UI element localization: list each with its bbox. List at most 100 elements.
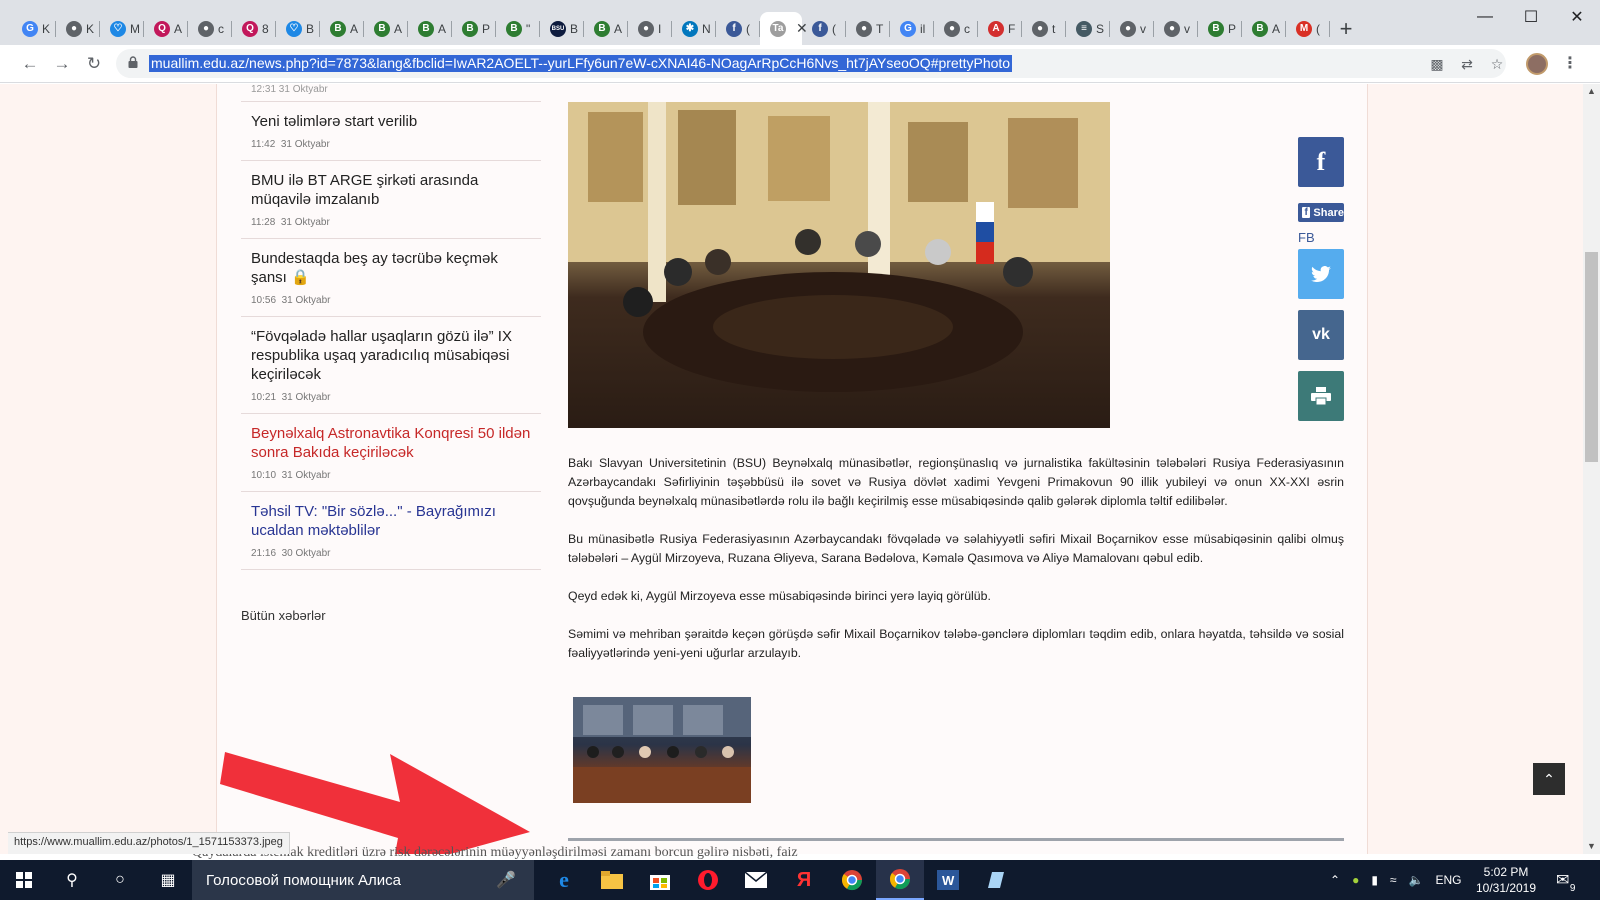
translate-icon[interactable]: ⇄	[1458, 55, 1476, 73]
notepad-icon[interactable]	[972, 860, 1020, 900]
blocked-popup-icon[interactable]: ▩	[1428, 55, 1446, 73]
mail-icon[interactable]	[732, 860, 780, 900]
browser-tab[interactable]: f(	[716, 12, 760, 45]
volume-icon[interactable]: 🔈	[1409, 873, 1424, 887]
browser-tab[interactable]: ● v	[1154, 12, 1198, 45]
article-main-photo[interactable]	[568, 102, 1110, 428]
url-text[interactable]: muallim.edu.az/news.php?id=7873&lang&fbc…	[149, 55, 1013, 72]
lock-icon[interactable]	[128, 56, 138, 68]
browser-tab[interactable]: ♡ B	[276, 12, 320, 45]
back-icon[interactable]: ←	[18, 52, 42, 76]
new-tab-icon[interactable]: +	[1330, 12, 1362, 45]
browser-tab[interactable]: ● c	[934, 12, 978, 45]
browser-tab[interactable]: f(	[802, 12, 846, 45]
facebook-button[interactable]: f	[1298, 137, 1344, 187]
minimize-icon[interactable]: —	[1462, 0, 1508, 34]
yandex-browser-icon[interactable]: Я	[780, 860, 828, 900]
menu-icon[interactable]: ⋮	[1562, 53, 1578, 73]
browser-tab[interactable]: ● I	[628, 12, 672, 45]
scroll-up-icon[interactable]: ▲	[1587, 86, 1596, 96]
article-thumbnail-photo[interactable]	[573, 697, 751, 803]
language-indicator[interactable]: ENG	[1435, 873, 1461, 887]
windows-start-icon[interactable]	[12, 868, 36, 892]
opera-icon[interactable]	[684, 860, 732, 900]
edge-icon[interactable]: e	[540, 860, 588, 900]
twitter-button[interactable]	[1298, 249, 1344, 299]
browser-tab[interactable]: ● v	[1110, 12, 1154, 45]
news-list-item[interactable]: Beynəlxalq Astronavtika Konqresi 50 ildə…	[241, 414, 541, 492]
browser-tab[interactable]: B "	[496, 12, 540, 45]
browser-tab[interactable]: BA	[1242, 12, 1286, 45]
chrome-icon[interactable]	[828, 860, 876, 900]
news-item-title[interactable]: Təhsil TV: "Bir sözlə..." - Bayrağımızı …	[251, 502, 531, 540]
browser-tab[interactable]: BSU B	[540, 12, 584, 45]
news-item-title[interactable]: Beynəlxalq Astronavtika Konqresi 50 ildə…	[251, 424, 531, 462]
taskbar-search-box[interactable]: Голосовой помощник Алиса	[192, 860, 534, 900]
vk-button[interactable]: vk	[1298, 310, 1344, 360]
scroll-to-top-button[interactable]: ⌃	[1533, 763, 1565, 795]
browser-tab[interactable]: BP	[1198, 12, 1242, 45]
wifi-icon[interactable]: ≈	[1390, 873, 1397, 887]
browser-tab[interactable]: ♡ M	[100, 12, 144, 45]
news-item-title-text[interactable]: BMU ilə BT ARGE şirkəti arasında müqavil…	[251, 172, 478, 208]
browser-tab[interactable]: Gil	[890, 12, 934, 45]
news-list-item[interactable]: Təhsil TV: "Bir sözlə..." - Bayrağımızı …	[241, 492, 541, 570]
profile-avatar[interactable]	[1526, 53, 1548, 75]
cortana-icon[interactable]: ○	[108, 868, 132, 892]
reload-icon[interactable]: ↻	[82, 52, 106, 76]
browser-tab[interactable]: ● t	[1022, 12, 1066, 45]
bookmark-star-icon[interactable]: ☆	[1488, 55, 1506, 73]
news-item-title-text[interactable]: Beynəlxalq Astronavtika Konqresi 50 ildə…	[251, 425, 530, 461]
news-list-item[interactable]: Yeni təlimlərə start verilib 11:42 31 Okt…	[241, 102, 541, 161]
news-item-title[interactable]: “Fövqəladə hallar uşaqların gözü ilə” IX…	[251, 327, 531, 384]
browser-tab[interactable]: GK	[12, 12, 56, 45]
browser-tab[interactable]: ● c	[188, 12, 232, 45]
address-bar[interactable]: muallim.edu.az/news.php?id=7873&lang&fbc…	[116, 49, 1506, 78]
word-icon[interactable]: W	[924, 860, 972, 900]
store-icon[interactable]	[636, 860, 684, 900]
tab-active[interactable]: Ta ✕	[760, 12, 808, 45]
news-list-item[interactable]: Bundestaqda beş ay təcrübə keçmək şansı …	[241, 239, 541, 317]
browser-tab[interactable]: BA	[364, 12, 408, 45]
news-item-title-text[interactable]: “Fövqəladə hallar uşaqların gözü ilə” IX…	[251, 328, 512, 383]
browser-tab[interactable]: QA	[144, 12, 188, 45]
forward-icon[interactable]: →	[50, 52, 74, 76]
show-hidden-icons-icon[interactable]: ⌃	[1330, 873, 1340, 887]
browser-tab[interactable]: ● K	[56, 12, 100, 45]
close-window-icon[interactable]: ✕	[1554, 0, 1600, 34]
all-news-link[interactable]: Bütün xəbərlər	[241, 608, 326, 623]
maximize-icon[interactable]: ☐	[1508, 0, 1554, 34]
taskbar-clock[interactable]: 5:02 PM 10/31/2019	[1470, 864, 1542, 896]
news-list-item[interactable]: BMU ilə BT ARGE şirkəti arasında müqavil…	[241, 161, 541, 239]
tab-title: il	[920, 21, 926, 36]
news-item-title[interactable]: Bundestaqda beş ay təcrübə keçmək şansı …	[251, 249, 531, 287]
browser-tab[interactable]: BA	[584, 12, 628, 45]
news-item-title-text[interactable]: Təhsil TV: "Bir sözlə..." - Bayrağımızı …	[251, 503, 496, 539]
facebook-share-button[interactable]: f Share	[1298, 203, 1344, 222]
news-item-title[interactable]: Yeni təlimlərə start verilib	[251, 112, 531, 131]
browser-tab[interactable]: AF	[978, 12, 1022, 45]
browser-tab[interactable]: ≡ S	[1066, 12, 1110, 45]
news-item-title-text[interactable]: Yeni təlimlərə start verilib	[251, 113, 417, 130]
search-icon[interactable]: ⚲	[60, 868, 84, 892]
browser-tab[interactable]: ● T	[846, 12, 890, 45]
file-explorer-icon[interactable]	[588, 860, 636, 900]
news-item-title[interactable]: BMU ilə BT ARGE şirkəti arasında müqavil…	[251, 171, 531, 209]
browser-tab[interactable]: BP	[452, 12, 496, 45]
news-list-item[interactable]: “Fövqəladə hallar uşaqların gözü ilə” IX…	[241, 317, 541, 414]
browser-tab[interactable]: BA	[320, 12, 364, 45]
task-view-icon[interactable]: ▦	[156, 868, 180, 892]
browser-tab[interactable]: M(	[1286, 12, 1330, 45]
microphone-icon[interactable]: 🎤	[496, 870, 516, 890]
scrollbar-thumb[interactable]	[1585, 252, 1598, 462]
action-center-icon[interactable]: ✉ 9	[1556, 860, 1575, 900]
chrome-active-icon[interactable]	[876, 860, 924, 900]
browser-tab[interactable]: ✱ N	[672, 12, 716, 45]
battery-icon[interactable]: ▮	[1371, 873, 1378, 887]
browser-tab[interactable]: Q8	[232, 12, 276, 45]
page-scrollbar[interactable]: ▲ ▼	[1583, 84, 1600, 854]
print-button[interactable]	[1298, 371, 1344, 421]
app-tray-icon[interactable]: ●	[1352, 873, 1359, 887]
browser-tab[interactable]: BA	[408, 12, 452, 45]
scroll-down-icon[interactable]: ▼	[1587, 841, 1596, 851]
